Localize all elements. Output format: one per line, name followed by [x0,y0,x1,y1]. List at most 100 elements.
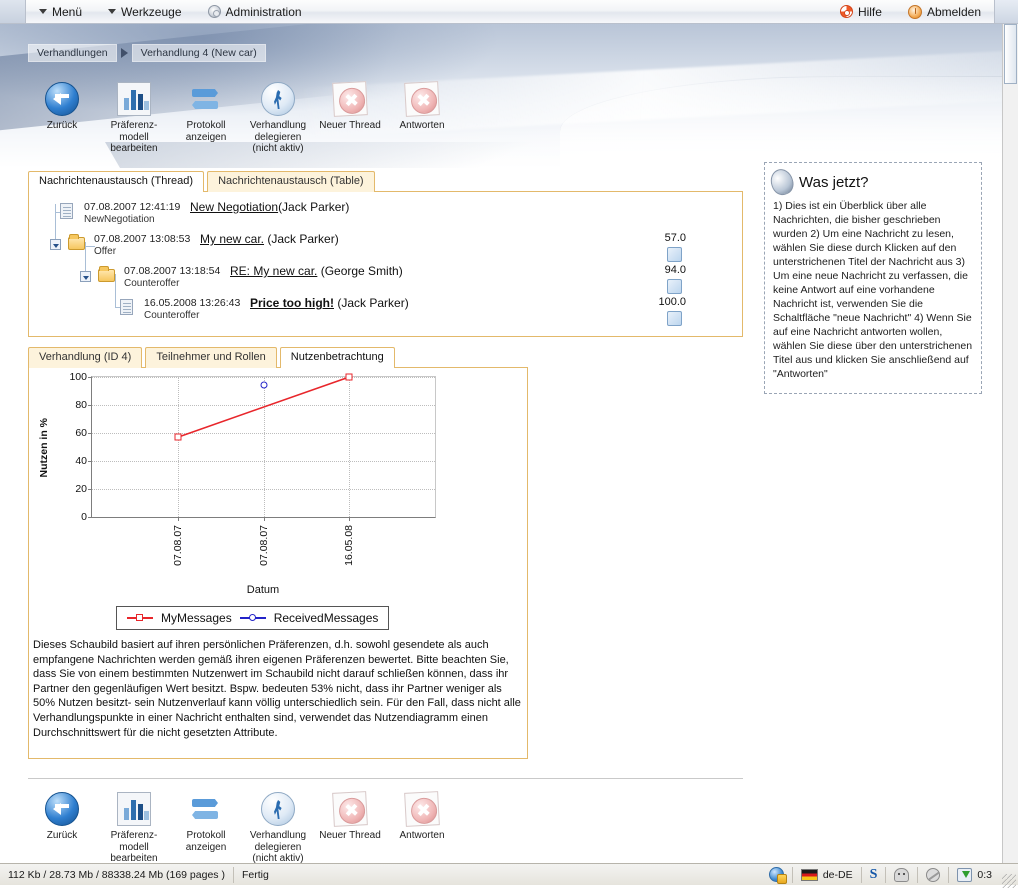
clock-icon [926,867,941,882]
tab-nutzenbetrachtung[interactable]: Nutzenbetrachtung [279,347,395,368]
toolbar-button-praeferenzmodell-bottom-label: Präferenz- modell bearbeiten [110,830,158,864]
status-skype[interactable]: S [862,866,886,884]
toolbar-button-antworten-label: Antworten [399,120,445,131]
menu-item-hilfe[interactable]: Hilfe [827,0,895,24]
toolbar-button-praeferenzmodell[interactable]: Präferenz- modell bearbeiten [98,82,170,155]
menu-bar: Menü Werkzeuge Administration Hilfe Abme… [0,0,1018,24]
toolbar-bottom: Zurück Präferenz- modell bearbeiten Prot… [26,791,458,865]
toolbar-button-zurueck[interactable]: Zurück [26,82,98,132]
breadcrumb-item-current[interactable]: Verhandlung 4 (New car) [131,44,266,62]
menu-item-werkzeuge[interactable]: Werkzeuge [95,0,194,24]
tab-verhandlung[interactable]: Verhandlung (ID 4) [28,347,143,368]
toolbar-button-antworten[interactable]: Antworten [386,81,458,132]
red-x-icon [332,81,368,117]
window-resize-grip[interactable] [1002,874,1016,888]
expand-collapse-toggle-icon[interactable] [50,239,61,250]
chart-x-tick-mark [177,517,179,521]
refresh-arrows-icon [189,792,223,826]
bar-chart-icon [117,792,151,826]
thread-row-author: (Jack Parker) [267,232,339,246]
menu-item-menu[interactable]: Menü [26,0,95,24]
thread-row-datetime: 07.08.2007 13:08:53 [94,233,191,245]
scrollbar-thumb[interactable] [1004,24,1017,84]
window-vertical-scrollbar[interactable] [1002,24,1018,863]
toolbar-button-antworten-bottom-label: Antworten [399,830,445,841]
menu-item-menu-label: Menü [52,4,83,19]
toolbar-button-zurueck-bottom-label: Zurück [46,830,78,841]
toolbar-button-praeferenzmodell-label: Präferenz- modell bearbeiten [110,120,158,154]
status-robot[interactable] [886,866,917,884]
thread-row[interactable]: 16.05.2008 13:26:43 Price too high! (Jac… [38,296,728,328]
status-locale[interactable]: de-DE [793,866,861,884]
scroll-document-icon[interactable] [667,247,682,262]
toolbar-button-protokoll-label: Protokoll anzeigen [185,120,227,143]
gear-icon [207,5,221,18]
menu-item-hilfe-label: Hilfe [857,4,882,19]
chart-data-point [345,373,353,381]
tab-nachrichtenaustausch-table[interactable]: Nachrichtenaustausch (Table) [207,171,375,192]
menu-item-werkzeuge-label: Werkzeuge [121,4,182,19]
menu-bar-left-edge [0,0,26,23]
toolbar-button-protokoll-bottom[interactable]: Protokoll anzeigen [170,792,242,853]
tab-nachrichtenaustausch-thread[interactable]: Nachrichtenaustausch (Thread) [28,171,205,192]
status-globe[interactable] [761,866,792,884]
toolbar-button-delegieren-bottom-label: Verhandlung delegieren (nicht aktiv) [249,830,307,864]
chart-y-tick-label: 20 [75,483,87,495]
thread-row[interactable]: 07.08.2007 13:18:54 RE: My new car. (Geo… [38,264,728,296]
thread-row-value: 94.0 [664,264,686,276]
toolbar-button-neuer-thread-bottom[interactable]: Neuer Thread [314,791,386,842]
chart-x-tick-mark [263,517,265,521]
status-download[interactable]: 0:3 [949,866,1000,884]
menu-item-administration-label: Administration [225,4,302,19]
power-icon [907,4,922,19]
expand-collapse-toggle-icon[interactable] [80,271,91,282]
status-time-label: 0:3 [977,868,992,881]
chart-x-tick-label: 07.08.07 [257,525,270,566]
chart-description: Dieses Schaubild basiert auf ihren persö… [33,639,521,739]
toolbar-button-protokoll[interactable]: Protokoll anzeigen [170,82,242,143]
thread-row-title-link[interactable]: My new car. [200,232,264,246]
scroll-document-icon[interactable] [667,311,682,326]
red-x-icon [404,791,440,827]
thread-list: 07.08.2007 12:41:19 New Negotiation(Jack… [38,200,728,328]
toolbar-button-praeferenzmodell-bottom[interactable]: Präferenz- modell bearbeiten [98,792,170,865]
menu-item-abmelden[interactable]: Abmelden [895,0,994,24]
thread-row-title-link[interactable]: RE: My new car. [230,264,317,278]
chart-series-lines [177,377,350,438]
menu-item-administration[interactable]: Administration [195,0,315,24]
toolbar-button-zurueck-bottom[interactable]: Zurück [26,792,98,842]
toolbar-button-delegieren[interactable]: Verhandlung delegieren (nicht aktiv) [242,82,314,155]
legend-label-receivedmessages: ReceivedMessages [273,611,379,625]
toolbar-button-delegieren-bottom[interactable]: Verhandlung delegieren (nicht aktiv) [242,792,314,865]
breadcrumb-item-verhandlungen[interactable]: Verhandlungen [28,44,117,62]
status-memory: 112 Kb / 28.73 Mb / 88338.24 Mb (169 pag… [8,868,225,881]
scroll-document-icon[interactable] [667,279,682,294]
thread-row[interactable]: 07.08.2007 12:41:19 New Negotiation(Jack… [38,200,728,232]
toolbar-button-neuer-thread[interactable]: Neuer Thread [314,81,386,132]
help-panel-body: 1) Dies ist ein Überblick über alle Nach… [773,200,973,380]
chart-data-point [174,433,182,441]
status-clock[interactable] [918,866,948,884]
thread-row-datetime: 07.08.2007 12:41:19 [84,201,181,213]
chart-data-point [260,381,267,389]
toolbar-button-antworten-bottom[interactable]: Antworten [386,791,458,842]
status-text: Fertig [241,868,269,881]
thread-row-type: Counteroffer [144,310,200,321]
running-man-icon [261,792,295,826]
thread-row-title-link[interactable]: Price too high! [250,296,334,310]
detail-tabstrip: Verhandlung (ID 4) Teilnehmer und Rollen… [28,346,398,368]
help-panel-title: Was jetzt? [799,173,869,191]
utility-chart: Nutzen in % 0 20 40 60 80 100 07.08.07 07.08.07… [28,366,528,760]
thread-row[interactable]: 07.08.2007 13:08:53 My new car. (Jack Pa… [38,232,728,264]
thread-row-title-link[interactable]: New Negotiation [190,200,278,214]
thread-row-author: (Jack Parker) [278,200,350,214]
thread-row-type: Counteroffer [124,278,180,289]
skype-icon: S [869,866,878,882]
toolbar-button-delegieren-label: Verhandlung delegieren (nicht aktiv) [249,120,307,154]
legend-label-mymessages: MyMessages [161,611,232,625]
chart-plot-area: 0 20 40 60 80 100 07.08.07 07.08.07 16.05.08 [69,371,436,566]
toolbar-button-protokoll-bottom-label: Protokoll anzeigen [185,830,227,853]
document-icon [120,299,133,315]
message-tabstrip: Nachrichtenaustausch (Thread) Nachrichte… [28,170,378,192]
tab-teilnehmer-und-rollen[interactable]: Teilnehmer und Rollen [145,347,277,368]
